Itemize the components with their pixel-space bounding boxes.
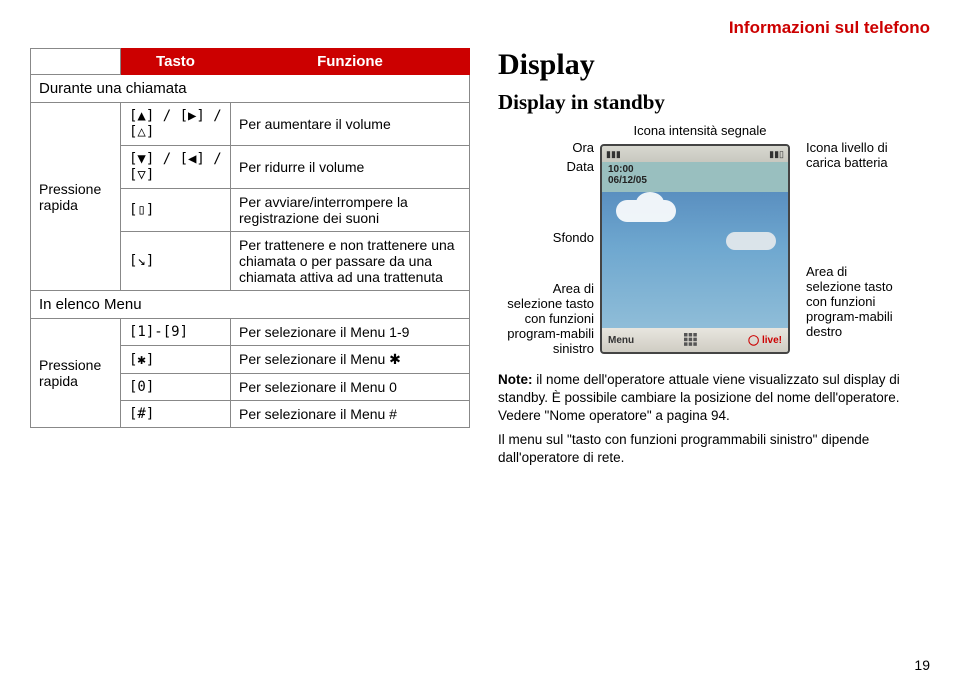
labels-right: Icona livello di carica batteria Area di… (806, 125, 902, 357)
battery-icon: ▮▮▯ (769, 149, 784, 160)
signal-icon: ▮▮▮ (606, 149, 621, 160)
label-area-right: Area di selezione tasto con funzioni pro… (806, 265, 902, 340)
display-title: Display (498, 48, 930, 82)
keys-table-header-row: Tasto Funzione (31, 49, 470, 75)
key-cell: [0] (121, 374, 231, 401)
page-columns: Tasto Funzione Durante una chiamata Pres… (30, 48, 930, 468)
fn-cell: Per aumentare il volume (231, 103, 470, 146)
pressione-rapida-label-2: Pressione rapida (31, 319, 121, 428)
time-value: 10:00 (608, 164, 782, 175)
section-call: Durante una chiamata (31, 75, 470, 103)
table-row: Pressione rapida [1]-[9] Per selezionare… (31, 319, 470, 346)
standby-title: Display in standby (498, 90, 930, 115)
table-row: Pressione rapida [▲] / [▶] / [△] Per aum… (31, 103, 470, 146)
cloud-icon (726, 232, 776, 250)
fn-cell: Per selezionare il Menu 1-9 (231, 319, 470, 346)
label-ora: Ora (572, 141, 594, 156)
label-battery: Icona livello di carica batteria (806, 141, 902, 171)
label-sfondo: Sfondo (553, 231, 594, 246)
key-cell: [#] (121, 401, 231, 428)
label-area-left: Area di selezione tasto con funzioni pro… (498, 282, 594, 357)
fn-cell: Per selezionare il Menu 0 (231, 374, 470, 401)
pressione-rapida-label: Pressione rapida (31, 103, 121, 291)
note-text-2: Il menu sul "tasto con funzioni programm… (498, 431, 930, 467)
col-funzione: Funzione (231, 49, 470, 75)
note-text-1: il nome dell'operatore attuale viene vis… (498, 372, 900, 423)
wallpaper (602, 192, 788, 328)
label-data: Data (567, 160, 594, 175)
section-menu: In elenco Menu (31, 291, 470, 319)
key-cell: [▲] / [▶] / [△] (121, 103, 231, 146)
display-section: Display Display in standby Ora Data Sfon… (498, 48, 930, 468)
key-cell: [▼] / [◀] / [▽] (121, 146, 231, 189)
info-bar: 10:00 06/12/05 (602, 162, 788, 192)
date-value: 06/12/05 (608, 175, 782, 186)
display-diagram: Ora Data Sfondo Area di selezione tasto … (498, 125, 930, 357)
section-call-label: Durante una chiamata (31, 75, 470, 103)
labels-left: Ora Data Sfondo Area di selezione tasto … (498, 125, 594, 357)
key-cell: [▯] (121, 189, 231, 232)
note-block: Note: il nome dell'operatore attuale vie… (498, 371, 930, 468)
section-menu-label: In elenco Menu (31, 291, 470, 319)
fn-cell: Per selezionare il Menu ✱ (231, 346, 470, 374)
grid-icon (684, 333, 698, 347)
col-tasto: Tasto (121, 49, 231, 75)
key-cell: [↘] (121, 232, 231, 291)
fn-cell: Per trattenere e non trattenere una chia… (231, 232, 470, 291)
keys-table: Tasto Funzione Durante una chiamata Pres… (30, 48, 470, 428)
note-lead: Note: (498, 372, 533, 387)
key-cell: [✱] (121, 346, 231, 374)
fn-cell: Per selezionare il Menu # (231, 401, 470, 428)
status-bar: ▮▮▮ ▮▮▯ (602, 146, 788, 162)
key-cell: [1]-[9] (121, 319, 231, 346)
softkey-right: ◯ live! (748, 335, 782, 346)
fn-cell: Per ridurre il volume (231, 146, 470, 189)
cloud-icon (616, 200, 676, 222)
phone-screen: ▮▮▮ ▮▮▯ 10:00 06/12/05 Menu (600, 144, 790, 354)
keys-table-wrapper: Tasto Funzione Durante una chiamata Pres… (30, 48, 470, 468)
label-signal: Icona intensità segnale (600, 123, 800, 138)
vodafone-icon: ◯ (748, 335, 762, 346)
page-header: Informazioni sul telefono (30, 18, 930, 38)
page-number: 19 (914, 657, 930, 673)
softkey-bar: Menu ◯ live! (602, 328, 788, 352)
phone-center: Icona intensità segnale ▮▮▮ ▮▮▯ 10:00 06… (600, 125, 800, 357)
softkey-left: Menu (608, 335, 634, 346)
fn-cell: Per avviare/interrompere la registrazion… (231, 189, 470, 232)
